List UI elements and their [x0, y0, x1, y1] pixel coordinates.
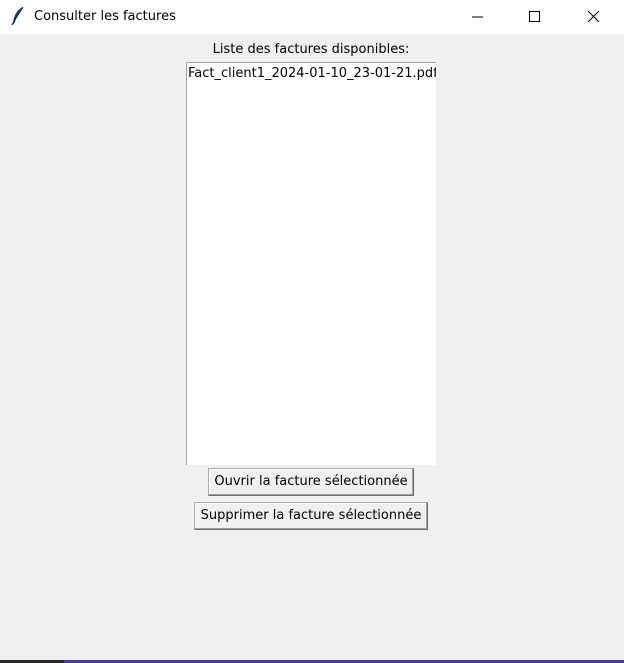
- title-bar[interactable]: Consulter les factures: [0, 0, 624, 34]
- close-icon: [587, 10, 600, 23]
- list-item[interactable]: Fact_client1_2024-01-10_23-01-21.pdf: [187, 63, 436, 83]
- minimize-icon: [472, 16, 483, 18]
- maximize-icon: [529, 11, 540, 22]
- invoice-list-label: Liste des factures disponibles:: [212, 42, 410, 57]
- maximize-button[interactable]: [506, 0, 564, 34]
- open-invoice-button[interactable]: Ouvrir la facture sélectionnée: [208, 468, 414, 496]
- window-title: Consulter les factures: [34, 9, 176, 24]
- minimize-button[interactable]: [448, 0, 506, 34]
- feather-icon: [10, 6, 26, 26]
- delete-invoice-button[interactable]: Supprimer la facture sélectionnée: [194, 502, 428, 530]
- close-button[interactable]: [564, 0, 622, 34]
- invoice-listbox[interactable]: Fact_client1_2024-01-10_23-01-21.pdf: [186, 62, 436, 465]
